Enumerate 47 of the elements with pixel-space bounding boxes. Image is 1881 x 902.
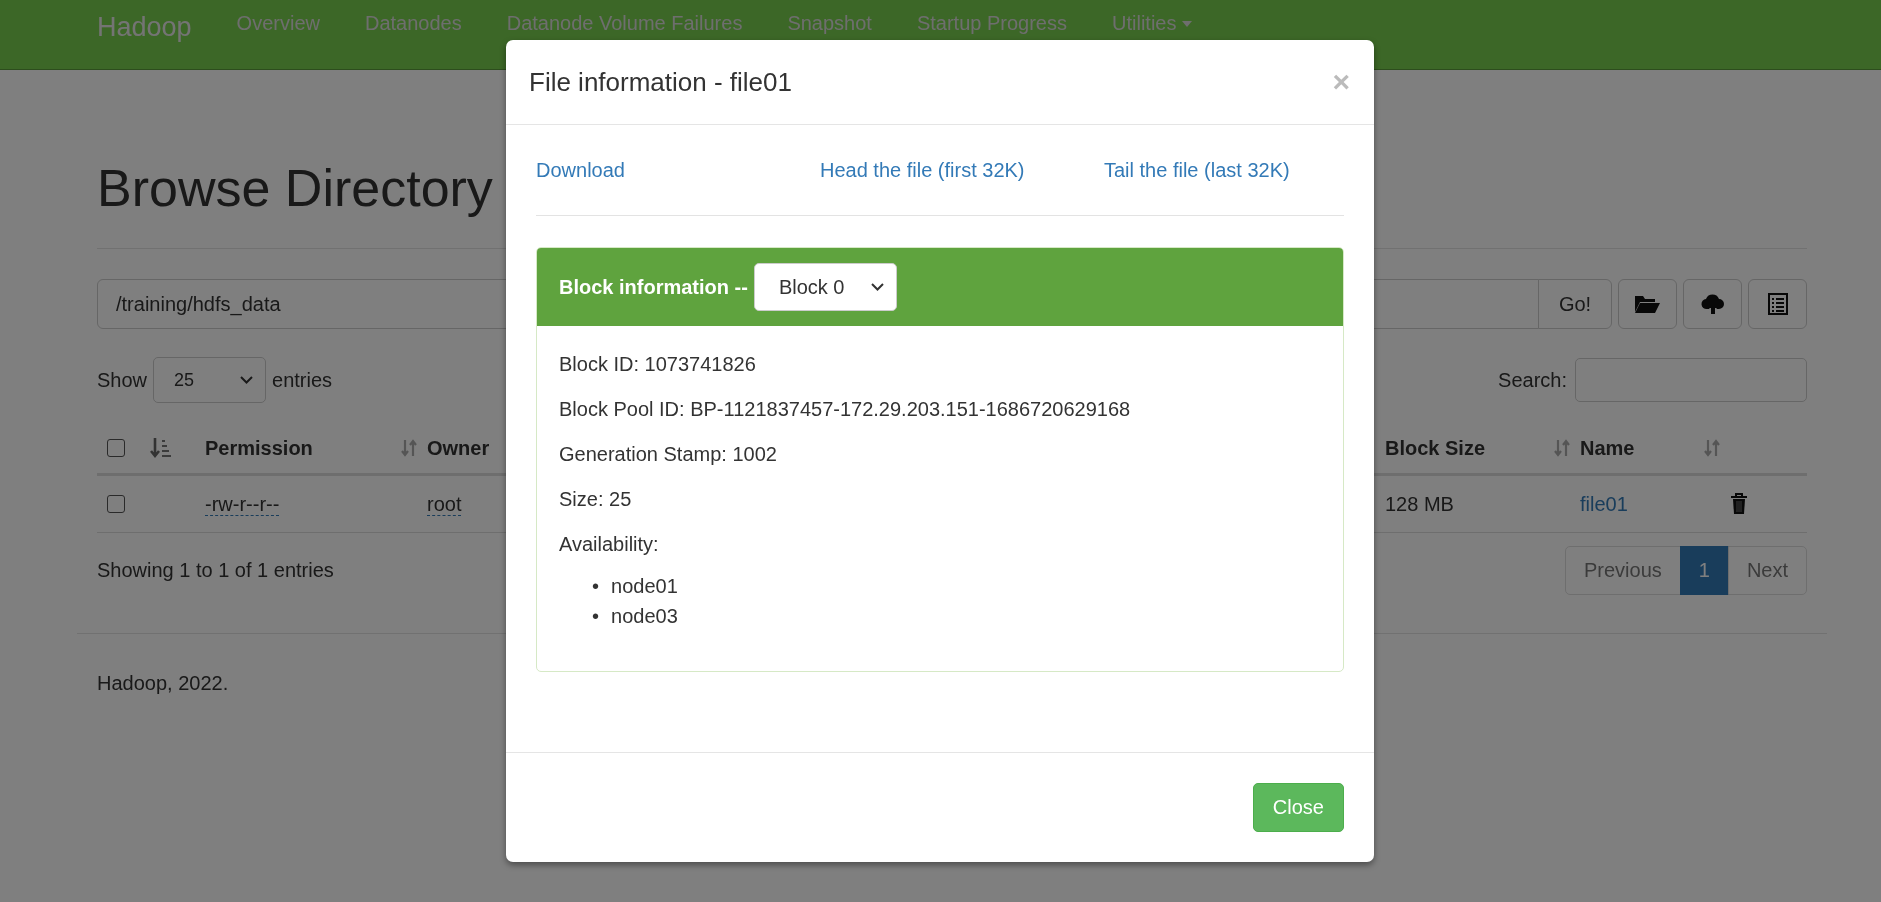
chevron-down-icon [240, 376, 254, 384]
availability-label: Availability: [559, 532, 660, 557]
list-button[interactable] [1748, 279, 1807, 329]
file-link[interactable]: file01 [1580, 492, 1628, 516]
table-cell: root [427, 492, 462, 516]
column-header[interactable]: Owner [427, 436, 490, 460]
panel-heading-text: Block information -- [559, 275, 748, 299]
folder-button[interactable] [1618, 279, 1677, 329]
block-detail: Block ID: 1073741826 [559, 352, 757, 377]
node-item: node03 [611, 604, 678, 629]
file-action-link[interactable]: Download [536, 158, 820, 182]
cloud-upload-icon [1700, 293, 1725, 315]
entries-select[interactable]: 25 [153, 357, 267, 403]
file-action-link[interactable]: Tail the file (last 32K) [1104, 158, 1290, 182]
table-cell: 128 MB [1385, 492, 1454, 516]
show-label: Show [97, 368, 148, 392]
block-detail: Generation Stamp: 1002 [559, 442, 778, 467]
modal-title: File information - file01 [529, 66, 792, 98]
pagination-button[interactable]: 1 [1679, 546, 1729, 595]
footer-text: Hadoop, 2022. [97, 672, 230, 695]
block-detail: Block Pool ID: BP-1121837457-172.29.203.151-1686720629168 [559, 397, 1132, 422]
table-info: Showing 1 to 1 of 1 entries [97, 559, 334, 582]
block-select[interactable]: Block 0 [753, 263, 897, 311]
bullet: • [592, 604, 599, 629]
file-action-link[interactable]: Head the file (first 32K) [820, 158, 1104, 182]
entries-label: entries [272, 368, 333, 392]
column-header[interactable]: Permission [205, 436, 313, 460]
node-item: node01 [611, 574, 678, 599]
block-detail: Size: 25 [559, 487, 633, 512]
go-button[interactable]: Go! [1538, 279, 1612, 329]
list-icon [1767, 293, 1788, 315]
table-cell: -rw-r--r-- [205, 492, 280, 516]
bullet: • [592, 574, 599, 599]
checkbox[interactable] [107, 439, 125, 457]
column-header[interactable]: Name [1580, 436, 1635, 460]
close-button[interactable]: Close [1252, 783, 1344, 832]
upload-button[interactable] [1683, 279, 1742, 329]
sort-icon[interactable] [150, 437, 172, 459]
chevron-down-icon [870, 283, 884, 291]
search-field[interactable] [1575, 358, 1807, 402]
folder-icon [1634, 294, 1661, 314]
page-title: Browse Directory [97, 158, 493, 218]
search-label: Search: [1498, 368, 1567, 392]
trash-icon[interactable] [1730, 493, 1748, 515]
checkbox[interactable] [107, 495, 125, 513]
brand-logo[interactable]: Hadoop [97, 12, 192, 43]
column-header[interactable]: Block Size [1385, 436, 1486, 460]
